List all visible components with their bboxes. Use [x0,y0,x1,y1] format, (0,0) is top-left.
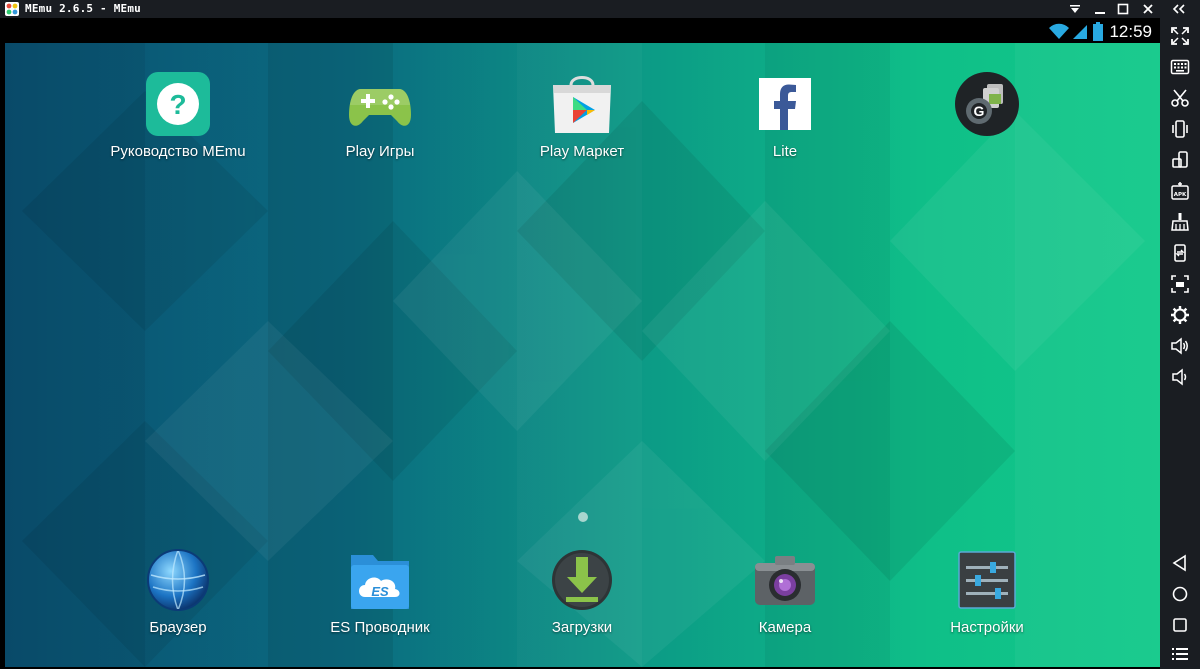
recents-button[interactable] [1168,613,1192,637]
app-downloads[interactable]: Загрузки [502,547,662,636]
gear-icon [1171,306,1189,324]
svg-text:ES: ES [371,584,389,599]
svg-text:G: G [974,103,985,119]
minimize-icon [1095,12,1105,14]
app-google-settings[interactable]: G [907,71,1067,143]
browser-icon [147,549,209,611]
window-titlebar: MEmu 2.6.5 - MEmu [0,0,1200,18]
install-apk-button[interactable]: APK [1168,179,1192,203]
status-clock: 12:59 [1109,22,1152,41]
volume-down-button[interactable] [1168,365,1192,389]
app-settings[interactable]: Настройки [907,547,1067,636]
play-games-icon [349,89,411,126]
svg-text:APK: APK [1174,192,1187,198]
double-chevron-left-icon [1172,4,1185,14]
rotate-button[interactable] [1168,148,1192,172]
sync-button[interactable] [1168,241,1192,265]
app-facebook-lite[interactable]: Lite [705,71,865,160]
home-icon [1172,586,1188,602]
facebook-lite-icon [759,78,811,130]
minimize-button[interactable] [1089,0,1111,18]
maximize-button[interactable] [1112,0,1134,18]
back-icon [1172,554,1186,572]
settings-button[interactable] [1168,303,1192,327]
page-indicator-dot [578,512,588,522]
keyboard-button[interactable] [1168,55,1192,79]
app-label: Руководство MEmu [110,143,246,160]
dropdown-button[interactable] [1064,0,1086,18]
menu-button[interactable] [1168,642,1192,666]
fullscreen-icon [1171,27,1189,45]
collapse-sidebar-button[interactable] [1168,0,1190,18]
app-play-store[interactable]: Play Маркет [502,71,662,160]
clean-button[interactable] [1168,210,1192,234]
android-statusbar: 12:59 [5,21,1160,43]
camera-icon [755,556,815,605]
app-label: Play Маркет [539,143,625,160]
memu-toolbar: APK [1160,18,1200,669]
es-explorer-icon: ES [351,555,409,609]
shake-button[interactable] [1168,117,1192,141]
svg-text:?: ? [169,89,186,120]
downloads-icon [552,550,612,610]
memu-app-icon [5,2,19,16]
app-label: Lite [772,143,798,160]
memu-guide-icon: ? [146,72,210,136]
app-label: Камера [758,619,812,636]
rotate-icon [1172,151,1188,168]
app-camera[interactable]: Камера [705,547,865,636]
google-settings-icon: G [955,72,1019,136]
keyboard-icon [1170,59,1190,75]
volume-up-icon [1171,337,1188,355]
scissors-button[interactable] [1168,86,1192,110]
volume-up-button[interactable] [1168,334,1192,358]
app-browser[interactable]: Браузер [98,547,258,636]
install-apk-icon: APK [1171,182,1189,200]
close-icon [1143,4,1153,14]
home-button[interactable] [1168,582,1192,606]
app-label: Браузер [149,619,207,636]
window-title: MEmu 2.6.5 - MEmu [25,2,141,15]
app-play-games[interactable]: Play Игры [300,71,460,160]
sync-icon [1174,244,1186,262]
app-memu-guide[interactable]: ? Руководство MEmu [98,71,258,160]
close-button[interactable] [1137,0,1159,18]
dropdown-icon [1070,5,1080,13]
wifi-icon [1049,23,1069,39]
scissors-icon [1171,89,1189,107]
recents-icon [1173,618,1187,632]
android-screen[interactable]: 12:59 ? Руководство MEmu Play Игры Play … [5,21,1160,667]
volume-down-icon [1172,368,1187,386]
maximize-icon [1117,3,1129,15]
app-label: ES Проводник [330,619,430,636]
clean-icon [1171,213,1189,231]
app-label: Загрузки [551,619,613,636]
screenshot-icon [1171,275,1189,293]
battery-icon [1093,22,1103,41]
signal-icon [1073,25,1087,39]
screenshot-button[interactable] [1168,272,1192,296]
app-label: Настройки [950,619,1024,636]
menu-icon [1172,648,1188,660]
settings-icon [958,551,1016,609]
shake-icon [1172,120,1188,138]
app-label: Play Игры [345,143,415,160]
back-button[interactable] [1168,551,1192,575]
play-store-icon [553,76,611,133]
fullscreen-button[interactable] [1168,24,1192,48]
app-es-explorer[interactable]: ES ES Проводник [300,547,460,636]
